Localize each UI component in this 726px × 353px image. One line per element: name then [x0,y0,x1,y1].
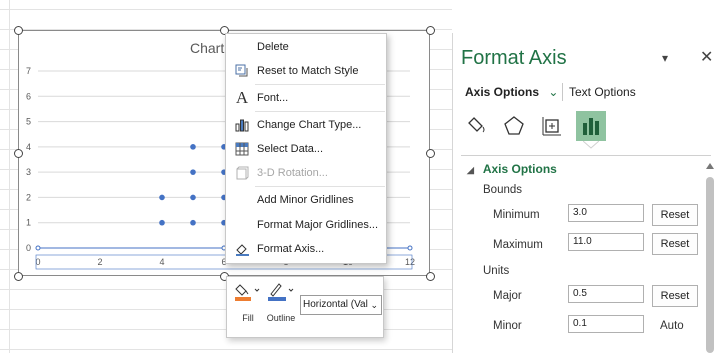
tab-divider [562,83,563,101]
format-axis-pane: Format Axis ▾ ✕ Axis Options ⌄ Text Opti… [452,33,726,353]
menu-item-select-data[interactable]: Select Data... [226,137,386,161]
chart-element-select-value: Horizontal (Val [303,299,368,310]
data-point[interactable] [190,219,196,226]
bar-chart-icon [583,118,599,135]
pane-separator [461,155,711,156]
x-tick-label[interactable]: 12 [405,257,415,267]
size-properties-tab[interactable] [537,111,567,141]
minor-unit-field[interactable]: 0.1 [568,315,644,333]
fill-bucket-icon [235,284,260,301]
minor-label: Minor [493,320,522,332]
font-icon: A [235,88,249,107]
menu-item-3d-rotation: 3-D Rotation... [226,161,386,185]
y-tick-label: 2 [26,192,31,202]
menu-item-add-minor-gridlines[interactable]: Add Minor Gridlines [226,188,386,212]
major-label: Major [493,290,522,302]
section-title: Axis Options [482,162,557,176]
major-unit-field[interactable]: 0.5 [568,285,644,303]
menu-item-reset-style[interactable]: Reset to Match Style [226,59,386,83]
rotation-3d-icon [234,165,250,181]
fill-line-icon [468,117,485,133]
pane-title: Format Axis [461,47,567,69]
data-point[interactable] [190,194,196,201]
x-tick-label[interactable]: 4 [159,257,164,267]
collapse-triangle-icon: ◢ [467,165,474,175]
data-point[interactable] [159,194,165,201]
outline-label: Outline [266,313,296,323]
y-tick-label: 3 [26,167,31,177]
menu-item-label: Select Data... [257,143,324,155]
pane-options-chevron-icon[interactable]: ▾ [662,51,668,65]
chart-type-icon [234,117,250,133]
data-point[interactable] [159,219,165,226]
bounds-heading: Bounds [483,184,523,196]
pane-scrollbar[interactable] [705,161,715,353]
major-reset-button[interactable]: Reset [652,285,698,307]
menu-item-label: Reset to Match Style [257,65,359,77]
effects-tab[interactable] [499,111,529,141]
menu-item-label: Add Minor Gridlines [257,194,354,206]
data-point[interactable] [190,144,196,150]
select-data-icon [234,141,250,157]
close-icon[interactable]: ✕ [700,47,713,67]
fill-button[interactable]: Fill [233,281,263,323]
chevron-down-icon: ⌄ [548,85,559,99]
delete-icon [234,39,250,55]
minor-auto-label: Auto [660,320,684,332]
tab-axis-options[interactable]: Axis Options ⌄ [465,85,558,99]
menu-item-label: Change Chart Type... [257,119,362,131]
menu-item-label: Format Axis... [257,243,325,255]
axis-selection-handle[interactable] [35,245,41,251]
menu-separator [255,186,385,187]
mini-toolbar: Fill Outline Horizontal (Val ⌄ [226,276,384,338]
fill-line-tab[interactable] [463,111,493,141]
axis-selection-handle[interactable] [407,245,413,251]
tab-text-options[interactable]: Text Options [569,85,636,99]
fill-label: Fill [242,313,254,323]
menu-separator [255,111,385,112]
pentagon-effects-icon [504,116,524,135]
context-menu: Delete Reset to Match Style A Font... Ch… [225,33,387,264]
menu-item-label: Font... [257,92,289,104]
outline-button[interactable]: Outline [265,281,297,323]
x-tick-label[interactable]: 2 [97,257,102,267]
y-tick-label: 6 [26,91,31,101]
y-tick-label: 5 [26,117,31,127]
menu-item-format-major-gridlines[interactable]: Format Major Gridlines... [226,213,386,237]
data-point[interactable] [190,169,196,175]
menu-item-label: Delete [257,41,289,53]
minimum-field[interactable]: 3.0 [568,204,644,222]
units-heading: Units [483,265,510,277]
chevron-down-icon: ⌄ [370,300,378,310]
format-axis-icon [234,241,250,257]
chart-element-select[interactable]: Horizontal (Val ⌄ [300,295,382,315]
axis-options-section[interactable]: ◢ Axis Options [467,162,557,176]
maximum-label: Maximum [493,239,543,251]
y-tick-label: 0 [26,243,31,253]
menu-item-format-axis[interactable]: Format Axis... [226,237,386,261]
maximum-reset-button[interactable]: Reset [652,233,698,255]
tab-label: Text Options [569,85,636,99]
menu-item-delete[interactable]: Delete [226,35,386,59]
tab-label: Axis Options [465,85,540,99]
minimum-label: Minimum [493,209,540,221]
menu-separator [255,84,385,85]
maximum-field[interactable]: 11.0 [568,233,644,251]
active-tab-pointer [583,141,599,149]
y-tick-label: 7 [26,66,31,76]
size-properties-icon [542,117,561,136]
menu-item-label: 3-D Rotation... [257,167,328,179]
menu-item-label: Format Major Gridlines... [257,219,379,231]
axis-options-tab[interactable] [576,111,606,141]
reset-style-icon [234,63,250,79]
menu-item-change-chart-type[interactable]: Change Chart Type... [226,113,386,137]
menu-item-font[interactable]: A Font... [226,86,386,110]
outline-pen-icon [268,283,294,301]
y-tick-label: 1 [26,218,31,228]
y-tick-label: 4 [26,142,31,152]
minimum-reset-button[interactable]: Reset [652,204,698,226]
